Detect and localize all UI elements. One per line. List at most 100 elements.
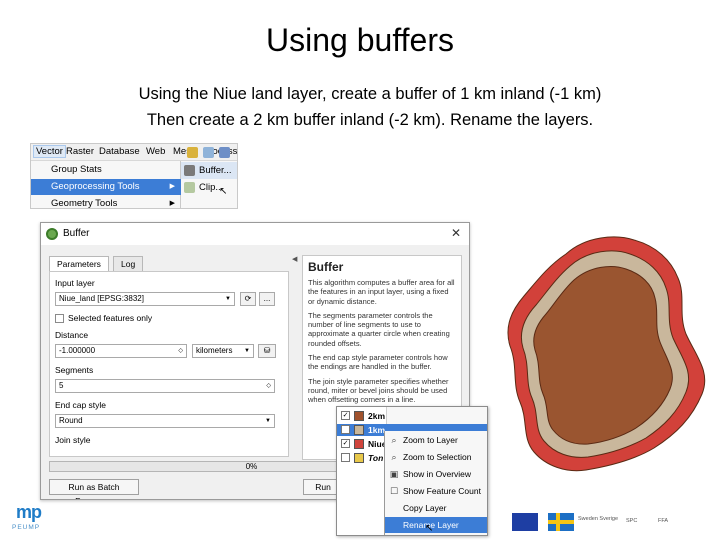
distance-unit-value: kilometers xyxy=(196,346,233,355)
layer-name: Ton xyxy=(368,453,384,463)
run-as-batch-button[interactable]: Run as Batch Process... xyxy=(49,479,139,499)
join-style-label: Join style xyxy=(55,435,91,445)
input-layer-value: Niue_land [EPSG:3832] xyxy=(59,294,144,303)
menu-item-label: Zoom to Layer xyxy=(403,435,458,445)
layer-visibility-checkbox[interactable]: ✓ xyxy=(341,411,350,420)
layer-context-menu: ⌕ Zoom to Layer ⌕ Zoom to Selection ▣ Show … xyxy=(384,431,487,535)
help-paragraph: The join style parameter specifies wheth… xyxy=(308,376,449,405)
zoom-icon: ⌕ xyxy=(391,435,397,445)
menu-item-copy-layer[interactable]: Copy Layer xyxy=(385,500,487,516)
selected-only-checkbox[interactable] xyxy=(55,314,64,323)
tab-log[interactable]: Log xyxy=(113,256,144,272)
dialog-titlebar: Buffer ✕ xyxy=(41,223,469,245)
partner-logos: Sweden Sverige SPC FFA xyxy=(508,510,688,536)
layer-visibility-checkbox[interactable]: ✓ xyxy=(341,425,350,434)
slide-title: Using buffers xyxy=(266,22,454,58)
geoprocessing-submenu: Buffer... Clip... xyxy=(181,161,237,208)
layer-visibility-checkbox[interactable]: ✓ xyxy=(341,439,350,448)
iterate-button[interactable]: ⟳ xyxy=(240,292,256,306)
menu-item-label: Group Stats xyxy=(51,164,102,175)
help-title: Buffer xyxy=(308,260,344,274)
chevron-down-icon: ▼ xyxy=(225,296,231,302)
collapse-help-icon[interactable]: ◀ xyxy=(292,255,297,263)
clip-icon xyxy=(184,182,195,193)
layer-swatch xyxy=(354,453,364,463)
end-cap-label: End cap style xyxy=(55,400,107,410)
toolbar-icon[interactable] xyxy=(203,147,214,158)
menu-item-geoprocessing-tools[interactable]: Geoprocessing Tools ▶ xyxy=(31,179,181,195)
logo-mark: mp xyxy=(16,502,42,522)
spin-icon: ◇ xyxy=(178,348,183,354)
menu-raster[interactable]: Raster xyxy=(66,146,94,157)
tab-parameters[interactable]: Parameters xyxy=(49,256,109,272)
menu-web[interactable]: Web xyxy=(146,146,165,157)
menu-item-zoom-to-selection[interactable]: ⌕ Zoom to Selection xyxy=(385,449,487,465)
dialog-title: Buffer xyxy=(63,228,90,239)
layer-swatch xyxy=(354,439,364,449)
chevron-down-icon: ▼ xyxy=(265,418,271,424)
mouse-pointer-icon: ↖ xyxy=(425,523,434,534)
distance-label: Distance xyxy=(55,330,89,340)
menu-item-label: Zoom to Selection xyxy=(403,452,472,462)
sweden-flag-icon xyxy=(548,513,574,531)
input-layer-select[interactable]: Niue_land [EPSG:3832] ▼ xyxy=(55,292,235,306)
zoom-selection-icon: ⌕ xyxy=(391,452,397,462)
checkbox-icon: ☐ xyxy=(389,486,399,496)
end-cap-select[interactable]: Round ▼ xyxy=(55,414,275,428)
menu-item-group-stats[interactable]: Group Stats xyxy=(31,162,181,178)
menu-item-label: Copy Layer xyxy=(403,503,447,513)
toolbar-icon[interactable] xyxy=(219,147,230,158)
overview-icon: ▣ xyxy=(389,469,399,479)
browse-layer-button[interactable]: ... xyxy=(259,292,275,306)
partner-text-ffa: FFA xyxy=(658,518,669,524)
partner-text-sweden: Sweden Sverige xyxy=(578,516,619,522)
data-defined-override-icon[interactable]: ⛁ xyxy=(258,344,276,358)
help-paragraph: The end cap style parameter controls how… xyxy=(308,353,448,372)
submenu-arrow-icon: ▶ xyxy=(169,200,175,207)
layer-row-2km[interactable]: ✓ 2km xyxy=(337,410,487,422)
menu-item-label: Buffer... xyxy=(199,165,232,176)
menu-item-label: Show in Overview xyxy=(403,469,472,479)
instruction-line-1: Using the Niue land layer, create a buff… xyxy=(138,85,602,103)
menu-item-clip[interactable]: Clip... xyxy=(181,179,237,196)
menu-item-zoom-to-layer[interactable]: ⌕ Zoom to Layer xyxy=(385,432,487,448)
progress-text: 0% xyxy=(245,462,258,471)
menu-database[interactable]: Database xyxy=(99,146,140,157)
selected-only-label: Selected features only xyxy=(68,313,153,323)
layer-name: 1km xyxy=(368,425,386,435)
menu-vector[interactable]: Vector xyxy=(33,145,66,158)
close-icon[interactable]: ✕ xyxy=(451,226,461,240)
menu-item-geometry-tools[interactable]: Geometry Tools ▶ xyxy=(31,196,181,209)
menu-item-label: Geoprocessing Tools xyxy=(51,181,140,192)
help-paragraph: The segments parameter controls the numb… xyxy=(308,310,450,348)
menu-item-buffer[interactable]: Buffer... xyxy=(181,162,237,179)
end-cap-value: Round xyxy=(59,416,83,425)
qgis-logo-icon xyxy=(46,228,58,240)
eu-flag-icon xyxy=(512,513,538,531)
toolbar-icon[interactable] xyxy=(187,147,198,158)
distance-unit-select[interactable]: kilometers ▼ xyxy=(192,344,254,358)
menu-item-show-feature-count[interactable]: ☐ Show Feature Count xyxy=(385,483,487,499)
vector-menu-screenshot: Vector Raster Database Web Mesh Processi… xyxy=(30,143,238,209)
distance-input[interactable]: -1.000000 ◇ xyxy=(55,344,187,358)
menu-item-show-in-overview[interactable]: ▣ Show in Overview xyxy=(385,466,487,482)
spin-icon: ◇ xyxy=(266,383,271,389)
toolbar-icons xyxy=(181,144,237,161)
help-paragraph: This algorithm computes a buffer area fo… xyxy=(308,278,455,306)
submenu-arrow-icon: ▶ xyxy=(169,183,175,190)
layer-swatch xyxy=(354,411,364,421)
layer-swatch xyxy=(354,425,364,435)
layer-visibility-checkbox[interactable] xyxy=(341,453,350,462)
segments-value: 5 xyxy=(59,381,64,390)
distance-value: -1.000000 xyxy=(59,346,96,355)
segments-label: Segments xyxy=(55,365,94,375)
segments-input[interactable]: 5 ◇ xyxy=(55,379,275,393)
layers-context-screenshot: ✓ 2km ✓ 1km ✓ Niue Ton ⌕ Zoom to Layer ⌕ Z… xyxy=(336,406,488,536)
layer-name: 2km xyxy=(368,411,386,421)
menu-item-label: Geometry Tools xyxy=(51,198,118,209)
buffered-island-map xyxy=(507,236,706,472)
menu-item-label: Show Feature Count xyxy=(403,486,481,496)
menu-item-rename-layer[interactable]: Rename Layer xyxy=(385,517,487,533)
peump-logo: mp PEUMP xyxy=(12,502,56,536)
mouse-pointer-icon: ↖ xyxy=(219,186,228,197)
